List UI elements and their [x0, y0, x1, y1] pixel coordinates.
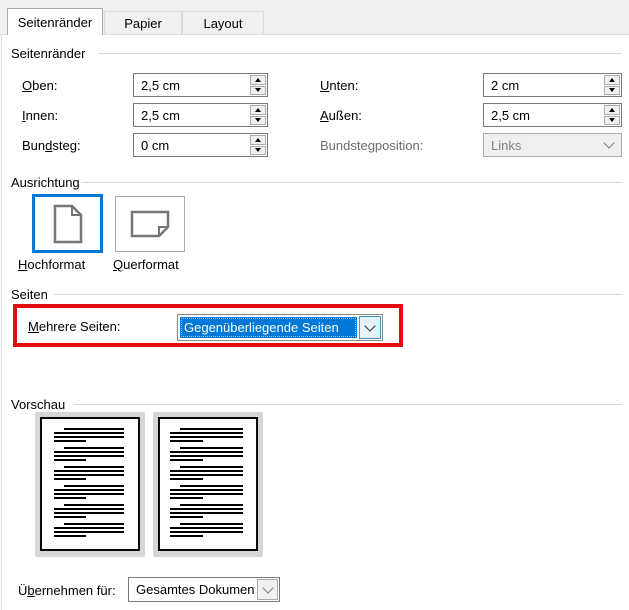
tab-seitenraender[interactable]: Seitenränder [7, 8, 103, 35]
querformat-label: Querformat [113, 257, 179, 272]
querformat-label-key: Q [113, 257, 124, 272]
bundsteg-input[interactable] [134, 134, 243, 156]
preview-page-left [40, 417, 140, 551]
preview-page-right [158, 417, 258, 551]
hochformat-button[interactable] [32, 194, 103, 253]
mehrere-seiten-combobox[interactable]: Gegenüberliegende Seiten [177, 314, 383, 341]
bundsteg-spin-down-button[interactable] [250, 145, 266, 155]
portrait-page-icon [53, 204, 82, 243]
uebernehmen-fuer-label: Übernehmen für: [18, 583, 116, 598]
oben-label-rest: ben: [32, 78, 58, 93]
mehrere-seiten-label-rest: ehrere Seiten: [38, 319, 121, 334]
oben-spin-down-button[interactable] [250, 85, 266, 95]
unten-spin-down-button[interactable] [604, 85, 620, 95]
unten-spinner [604, 75, 620, 95]
tab-layout-label: Layout [203, 15, 243, 31]
triangle-up-icon [255, 107, 261, 112]
triangle-up-icon [609, 77, 615, 82]
innen-input[interactable] [134, 104, 243, 126]
bundsteg-label-rest: steg: [52, 138, 81, 153]
uebernehmen-fuer-dropdown-button[interactable] [257, 579, 278, 600]
hochformat-label-rest: ochformat [27, 257, 86, 272]
aussen-label-rest: ußen: [328, 108, 362, 123]
preview-page-content [54, 428, 124, 544]
group-separator-line [74, 404, 622, 405]
aussen-field[interactable] [483, 103, 622, 127]
uebernehmen-label-pre: Ü [18, 583, 28, 598]
landscape-page-icon [130, 210, 170, 238]
bundstegposition-value: Links [491, 137, 522, 153]
tab-papier-label: Papier [124, 15, 162, 31]
aussen-label: Außen: [320, 108, 362, 123]
oben-input[interactable] [134, 74, 243, 96]
unten-field[interactable] [483, 73, 622, 97]
group-separator-line [98, 53, 622, 54]
uebernehmen-label-key: b [27, 583, 35, 598]
aussen-input[interactable] [484, 104, 597, 126]
bundsteg-label: Bundsteg: [22, 138, 81, 153]
aussen-label-key: A [320, 108, 329, 123]
triangle-down-icon [255, 118, 261, 123]
innen-label: Innen: [22, 108, 58, 123]
triangle-down-icon [255, 88, 261, 93]
pages-group-title: Seiten [11, 287, 48, 302]
triangle-up-icon [609, 107, 615, 112]
orientation-group-title: Ausrichtung [11, 175, 80, 190]
tab-seitenraender-label: Seitenränder [17, 14, 93, 30]
chevron-down-icon [261, 581, 274, 594]
innen-spin-up-button[interactable] [250, 105, 266, 115]
chevron-down-icon [603, 137, 615, 149]
aussen-spinner [604, 105, 620, 125]
querformat-button[interactable] [115, 196, 185, 252]
bundsteg-spin-up-button[interactable] [250, 135, 266, 145]
unten-label-rest: nten: [329, 78, 359, 93]
bundstegposition-dropdown-button [598, 135, 620, 155]
hochformat-label-key: H [18, 257, 28, 272]
preview-page-content [170, 428, 243, 544]
aussen-spin-down-button[interactable] [604, 115, 620, 125]
innen-field[interactable] [133, 103, 268, 127]
tab-page-border-left [1, 35, 2, 610]
uebernehmen-fuer-value[interactable]: Gesamtes Dokument [129, 578, 255, 601]
oben-label: Oben: [22, 78, 57, 93]
bundsteg-label-pre: Bun [22, 138, 46, 153]
innen-spinner [250, 105, 266, 125]
preview-group-title: Vorschau [11, 397, 66, 412]
triangle-down-icon [609, 118, 615, 123]
querformat-label-rest: uerformat [123, 257, 179, 272]
uebernehmen-fuer-combobox[interactable]: Gesamtes Dokument [128, 577, 280, 602]
unten-label: Unten: [320, 78, 358, 93]
oben-field[interactable] [133, 73, 268, 97]
mehrere-seiten-selected-value[interactable]: Gegenüberliegende Seiten [180, 317, 357, 338]
bundstegposition-combobox: Links [483, 133, 622, 157]
tab-papier[interactable]: Papier [104, 11, 182, 34]
unten-spin-up-button[interactable] [604, 75, 620, 85]
bundsteg-field[interactable] [133, 133, 268, 157]
mehrere-seiten-dropdown-button[interactable] [359, 316, 381, 339]
chevron-down-icon [364, 319, 376, 332]
bundsteg-spinner [250, 135, 266, 155]
group-separator-line [82, 182, 622, 183]
group-separator-line [54, 294, 622, 295]
tab-layout[interactable]: Layout [182, 11, 264, 34]
unten-label-key: U [320, 78, 330, 93]
mehrere-seiten-label-key: M [28, 319, 39, 334]
triangle-up-icon [255, 77, 261, 82]
uebernehmen-label-rest: ernehmen für: [34, 583, 116, 598]
triangle-down-icon [609, 88, 615, 93]
hochformat-label: Hochformat [18, 257, 85, 272]
triangle-down-icon [255, 148, 261, 153]
oben-spinner [250, 75, 266, 95]
oben-spin-up-button[interactable] [250, 75, 266, 85]
unten-input[interactable] [484, 74, 597, 96]
bundstegposition-label: Bundstegposition: [320, 138, 424, 153]
oben-label-key: O [22, 78, 33, 93]
mehrere-seiten-label: Mehrere Seiten: [28, 319, 121, 334]
triangle-up-icon [255, 137, 261, 142]
margins-group-title: Seitenränder [11, 46, 86, 61]
page-setup-dialog: Seitenränder Papier Layout Seitenränder … [0, 0, 629, 610]
innen-label-rest: nnen: [25, 108, 59, 123]
aussen-spin-up-button[interactable] [604, 105, 620, 115]
innen-spin-down-button[interactable] [250, 115, 266, 125]
